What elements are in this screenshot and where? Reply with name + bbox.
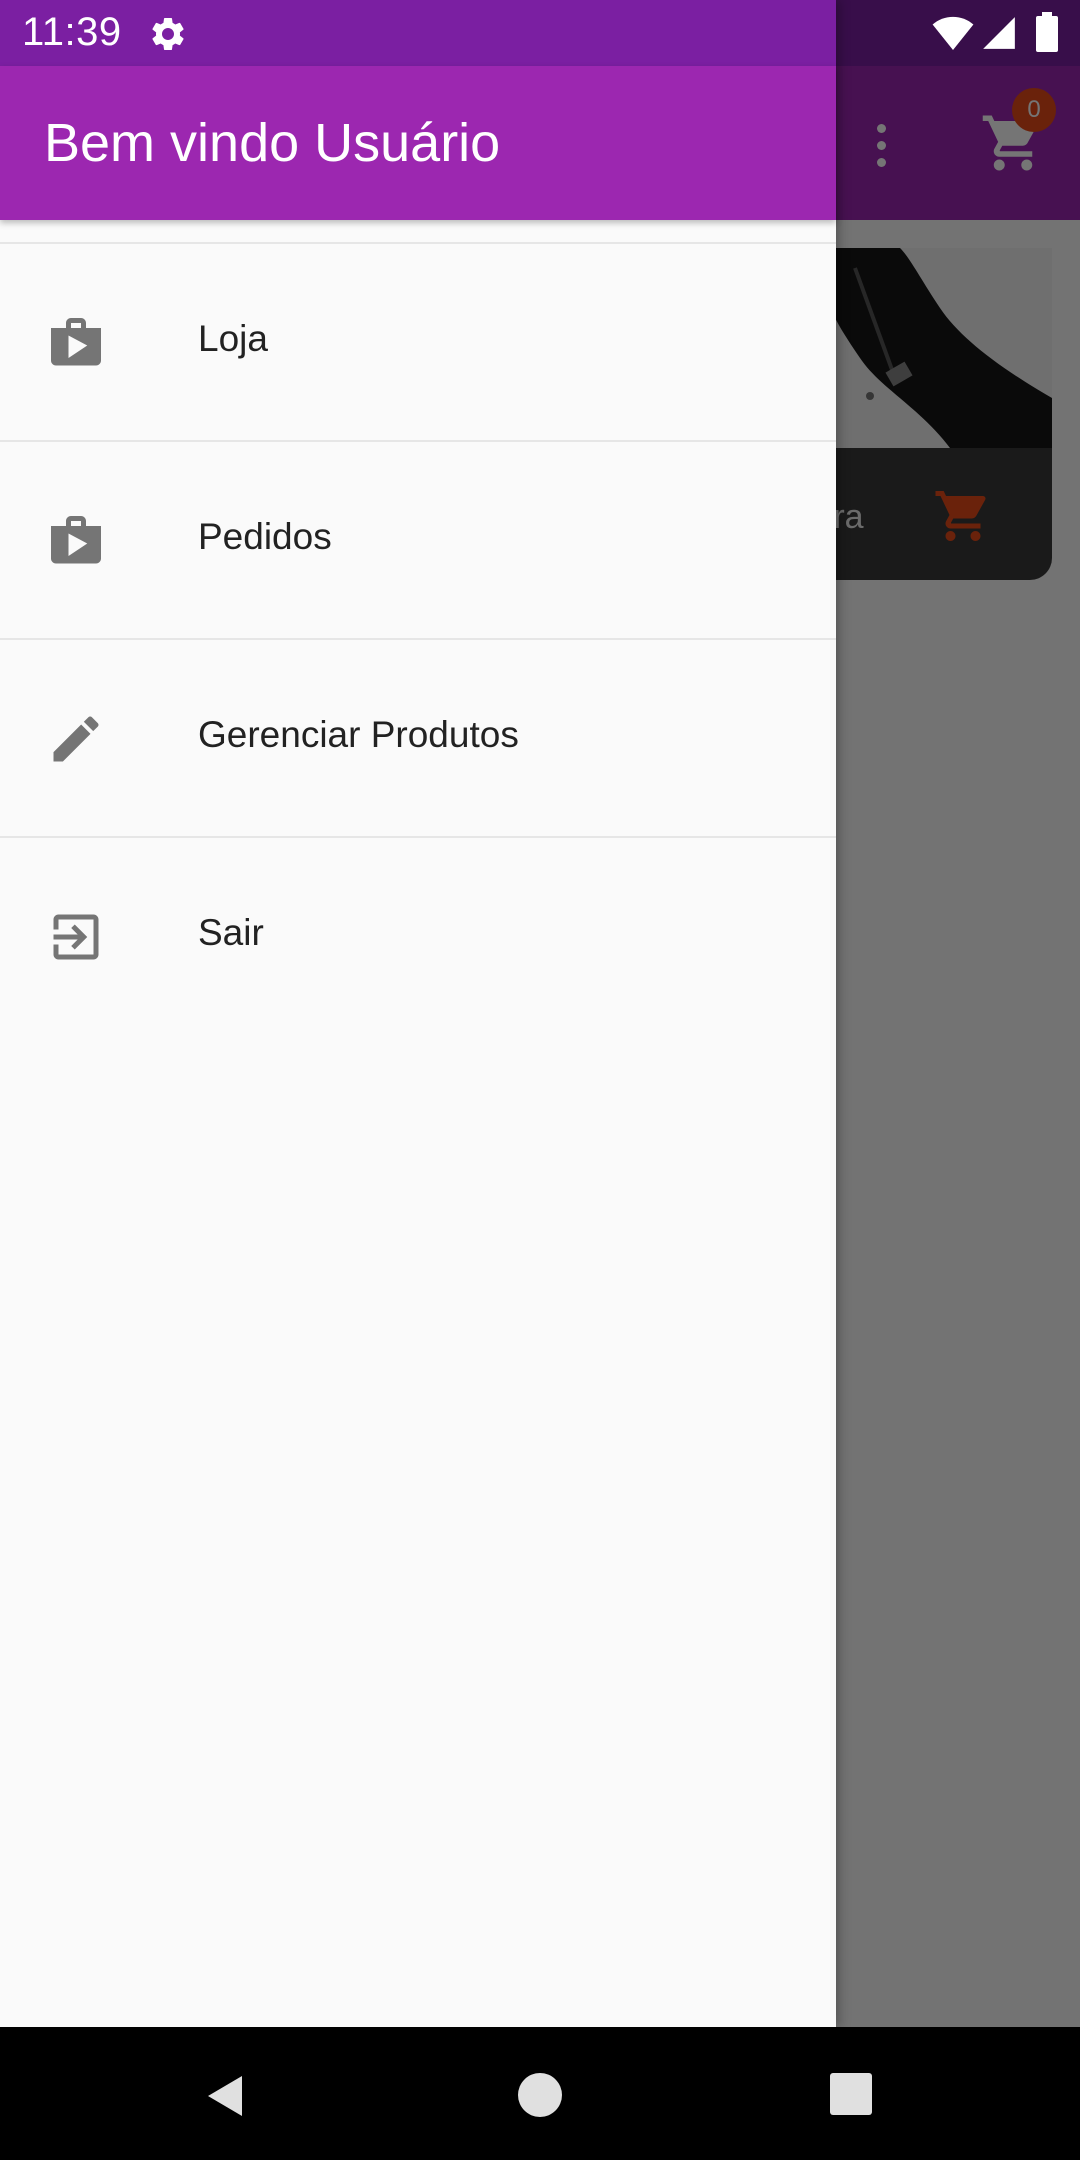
drawer-header: Bem vindo Usuário bbox=[0, 66, 836, 220]
navigation-drawer: Bem vindo Usuário Loja Pedidos Gerenciar… bbox=[0, 0, 836, 2027]
drawer-title: Bem vindo Usuário bbox=[44, 113, 501, 173]
pencil-icon bbox=[53, 716, 99, 762]
gear-icon bbox=[152, 17, 184, 50]
system-navigation-bar bbox=[0, 2027, 1080, 2160]
exit-icon bbox=[53, 914, 99, 960]
signal-icon bbox=[983, 17, 1015, 49]
back-icon[interactable] bbox=[202, 2071, 250, 2121]
wifi-icon bbox=[932, 16, 974, 50]
drawer-menu: Loja Pedidos Gerenciar Produtos Sair bbox=[0, 242, 836, 1036]
menu-item-label: Pedidos bbox=[198, 516, 332, 557]
status-bar: 11:39 bbox=[0, 0, 1080, 66]
menu-item-sair[interactable]: Sair bbox=[0, 838, 836, 1036]
status-time: 11:39 bbox=[22, 10, 122, 54]
menu-item-label: Gerenciar Produtos bbox=[198, 714, 519, 755]
shop-bag-icon bbox=[51, 318, 101, 366]
menu-item-gerenciar-produtos[interactable]: Gerenciar Produtos bbox=[0, 640, 836, 838]
menu-item-loja[interactable]: Loja bbox=[0, 244, 836, 442]
battery-icon bbox=[1036, 12, 1058, 52]
shop-bag-icon bbox=[51, 516, 101, 564]
menu-item-pedidos[interactable]: Pedidos bbox=[0, 442, 836, 640]
menu-item-label: Loja bbox=[198, 318, 268, 359]
recents-icon[interactable] bbox=[830, 2073, 872, 2115]
menu-item-label: Sair bbox=[198, 912, 264, 953]
home-icon[interactable] bbox=[518, 2073, 562, 2117]
